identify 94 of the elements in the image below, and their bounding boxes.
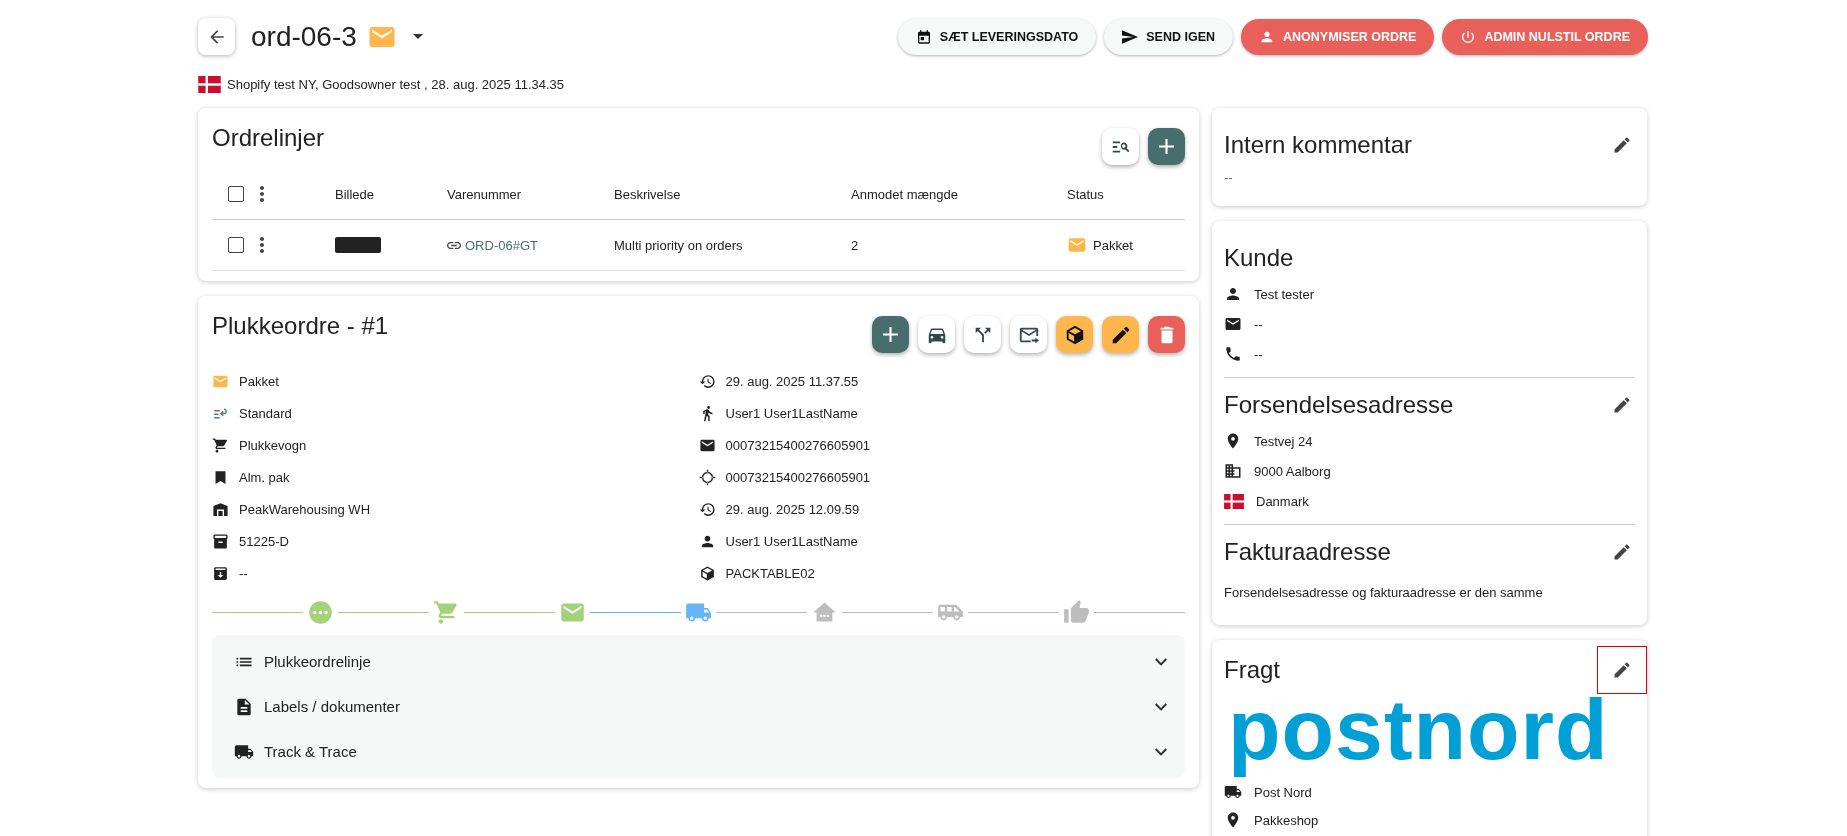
truck-icon	[1224, 783, 1242, 801]
column-header: Varenummer	[447, 186, 523, 202]
info-text: 00073215400276605901	[725, 437, 871, 453]
delivery-date-button[interactable]: SÆT LEVERINGSDATO	[897, 18, 1097, 55]
info-text: PACKTABLE02	[725, 565, 815, 581]
caret-icon	[412, 34, 423, 39]
plus-icon	[1159, 139, 1174, 154]
info-text: 29. aug. 2025 11.37.55	[725, 373, 859, 389]
history-icon	[698, 500, 716, 518]
pencil-icon	[1612, 395, 1632, 415]
checkbox[interactable]	[228, 237, 244, 253]
back-button[interactable]	[198, 18, 235, 55]
resend-button[interactable]: SEND IGEN	[1104, 18, 1234, 55]
product-photo-placeholder	[335, 237, 381, 253]
delete-button[interactable]	[1148, 316, 1185, 353]
info-text: 9000 Aalborg	[1254, 463, 1331, 479]
info-text: Danmark	[1256, 493, 1309, 509]
accordion-header[interactable]: Plukkeordrelinje	[212, 639, 1185, 684]
card-title: Fragt	[1224, 656, 1280, 684]
column-header: Anmodet mængde	[851, 186, 959, 202]
search-list-button[interactable]	[1102, 128, 1139, 165]
card-title: Fakturaadresse	[1224, 538, 1391, 566]
chevron-down-icon	[1155, 747, 1167, 756]
link-icon	[447, 241, 461, 249]
more-options-icon	[260, 237, 264, 253]
calendar-icon	[915, 28, 932, 45]
info-text: 29. aug. 2025 12.09.59	[725, 501, 860, 517]
info-text: 00073215400276605901	[725, 469, 871, 485]
more-options-icon	[260, 186, 264, 202]
flag-icon	[198, 75, 221, 93]
flag-icon	[1224, 493, 1244, 509]
info-text: User1 User1LastName	[725, 405, 858, 421]
pencil-icon	[1612, 660, 1632, 680]
card-title: Ordrelinjer	[212, 124, 325, 152]
envelope-icon	[1067, 235, 1087, 255]
card-title: Forsendelsesadresse	[1224, 391, 1454, 419]
card-title: Plukkeordre - #1	[212, 312, 389, 340]
chevron-down-icon	[1155, 657, 1167, 666]
pencil-icon	[1612, 542, 1632, 562]
plus-icon	[883, 327, 898, 342]
person-icon	[1224, 285, 1242, 303]
chevron-down-icon	[1155, 702, 1167, 711]
info-text: Pakkeshop	[1254, 812, 1319, 828]
table-cell-text: 2	[851, 237, 860, 253]
add-button[interactable]	[1148, 128, 1185, 165]
card-title: Intern kommentar	[1224, 131, 1413, 159]
status-text: Pakket	[1093, 237, 1133, 253]
envelope-arrow-button[interactable]	[1010, 316, 1047, 353]
pencil-icon	[1612, 135, 1632, 155]
column-header: Beskrivelse	[614, 186, 682, 202]
tray-arrow-icon	[212, 564, 229, 582]
info-text: Testvej 24	[1254, 433, 1313, 449]
warehouse-icon	[212, 500, 229, 518]
crosshair-icon	[698, 468, 716, 486]
send-icon	[1122, 28, 1139, 45]
edit-button[interactable]	[1102, 316, 1139, 353]
item-number-link[interactable]: ORD-06#GT	[447, 237, 538, 253]
split-button[interactable]	[964, 316, 1001, 353]
info-text: Test tester	[1254, 286, 1314, 302]
info-text: Plukkevogn	[239, 437, 307, 453]
order-title: ord-06-3	[251, 20, 357, 53]
info-text: Standard	[239, 405, 292, 421]
table-cell-text: Multi priority on orders	[614, 237, 744, 253]
info-text: PeakWarehousing WH	[239, 501, 370, 517]
info-text: 51225-D	[239, 533, 289, 549]
info-text: User1 User1LastName	[725, 533, 858, 549]
column-header: Billede	[335, 186, 376, 202]
buildings-icon	[1224, 462, 1242, 480]
info-text: Post Nord	[1254, 784, 1312, 800]
info-text: Alm. pak	[239, 469, 290, 485]
info-text: --	[1254, 316, 1263, 332]
phone-icon	[1224, 345, 1242, 363]
edit-button[interactable]	[1597, 646, 1647, 694]
accordion-header[interactable]: Track & Trace	[212, 729, 1185, 774]
info-text: --	[1254, 346, 1263, 362]
document-icon	[234, 696, 254, 717]
checkbox[interactable]	[228, 186, 244, 202]
order-source-text: Shopify test NY, Goodsowner test , 28. aug. 2025 11.34.35	[227, 76, 565, 92]
comment-text: --	[1224, 170, 1234, 187]
info-text: Pakket	[239, 373, 279, 389]
add-button[interactable]	[872, 316, 909, 353]
column-header: Status	[1067, 186, 1105, 202]
package-icon	[698, 564, 716, 582]
package-button[interactable]	[1056, 316, 1093, 353]
power-icon	[1460, 28, 1477, 45]
address-note: Forsendelsesadresse og fakturaadresse er den samme	[1224, 585, 1544, 602]
accordion-header[interactable]: Labels / dokumenter	[212, 684, 1185, 729]
archive-box-icon	[212, 532, 229, 550]
envelope-icon	[1224, 315, 1242, 333]
info-text: --	[239, 565, 248, 581]
card-title: Kunde	[1224, 244, 1294, 272]
cart-icon	[212, 436, 229, 454]
car-button[interactable]	[918, 316, 955, 353]
history-icon	[698, 372, 716, 390]
